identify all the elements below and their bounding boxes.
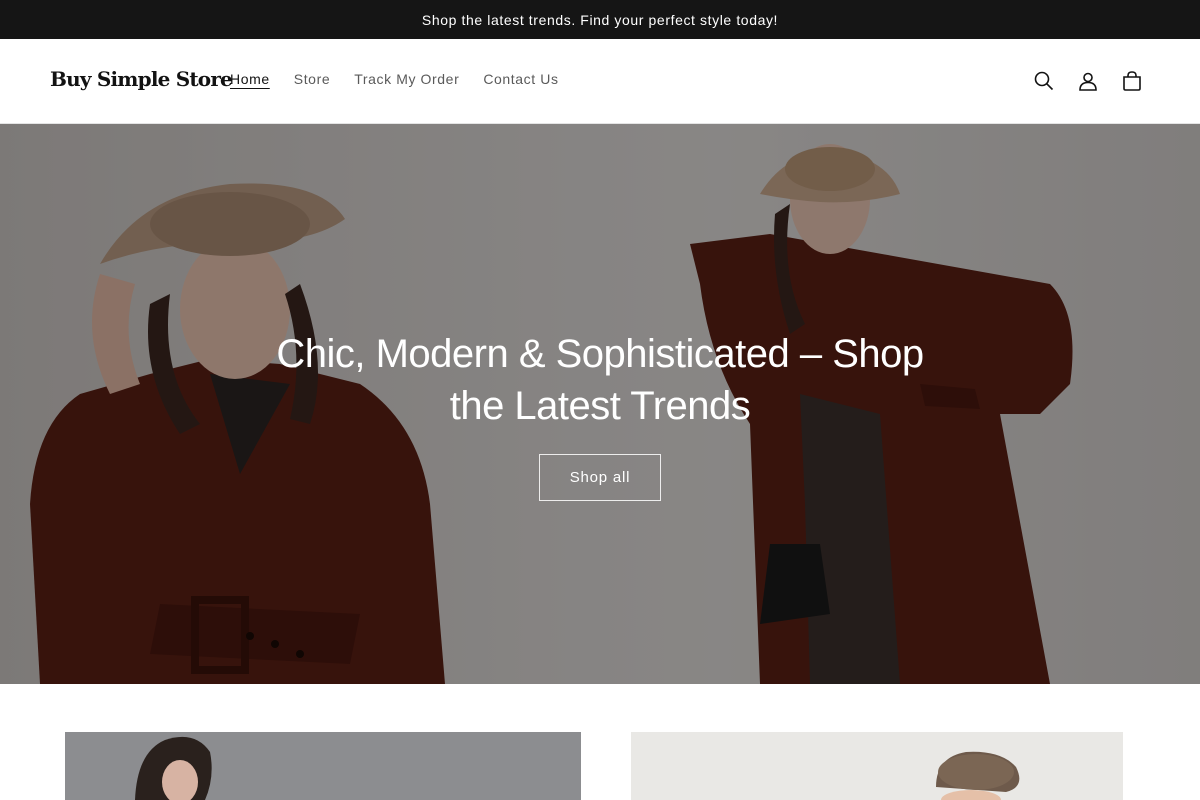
nav-home[interactable]: Home xyxy=(218,71,282,87)
nav-contact-us[interactable]: Contact Us xyxy=(471,71,570,87)
site-header: Buy Simple Store Home Store Track My Ord… xyxy=(0,39,1200,124)
account-button[interactable] xyxy=(1066,59,1110,103)
store-logo[interactable]: Buy Simple Store xyxy=(50,67,233,91)
featured-collections xyxy=(0,684,1200,800)
main-nav: Home Store Track My Order Contact Us xyxy=(218,71,571,87)
announcement-text: Shop the latest trends. Find your perfec… xyxy=(421,11,779,28)
account-icon xyxy=(1079,72,1097,91)
cart-icon xyxy=(1123,71,1141,91)
collection-photo xyxy=(936,751,1020,800)
nav-track-my-order[interactable]: Track My Order xyxy=(342,71,471,87)
collection-image-right[interactable] xyxy=(631,732,1123,800)
header-actions xyxy=(1022,59,1154,103)
hero-title: Chic, Modern & Sophisticated – Shop the … xyxy=(276,331,924,428)
hero-banner: Chic, Modern & Sophisticated – Shop the … xyxy=(0,124,1200,684)
cart-button[interactable] xyxy=(1110,59,1154,103)
nav-store[interactable]: Store xyxy=(282,71,342,87)
collection-image-left[interactable] xyxy=(65,732,581,800)
announcement-bar: Shop the latest trends. Find your perfec… xyxy=(0,0,1200,39)
search-icon xyxy=(1034,71,1054,91)
collection-photo xyxy=(135,736,212,800)
search-button[interactable] xyxy=(1022,59,1066,103)
shop-all-button[interactable]: Shop all xyxy=(539,453,661,501)
hero-content: Chic, Modern & Sophisticated – Shop the … xyxy=(0,124,1200,684)
